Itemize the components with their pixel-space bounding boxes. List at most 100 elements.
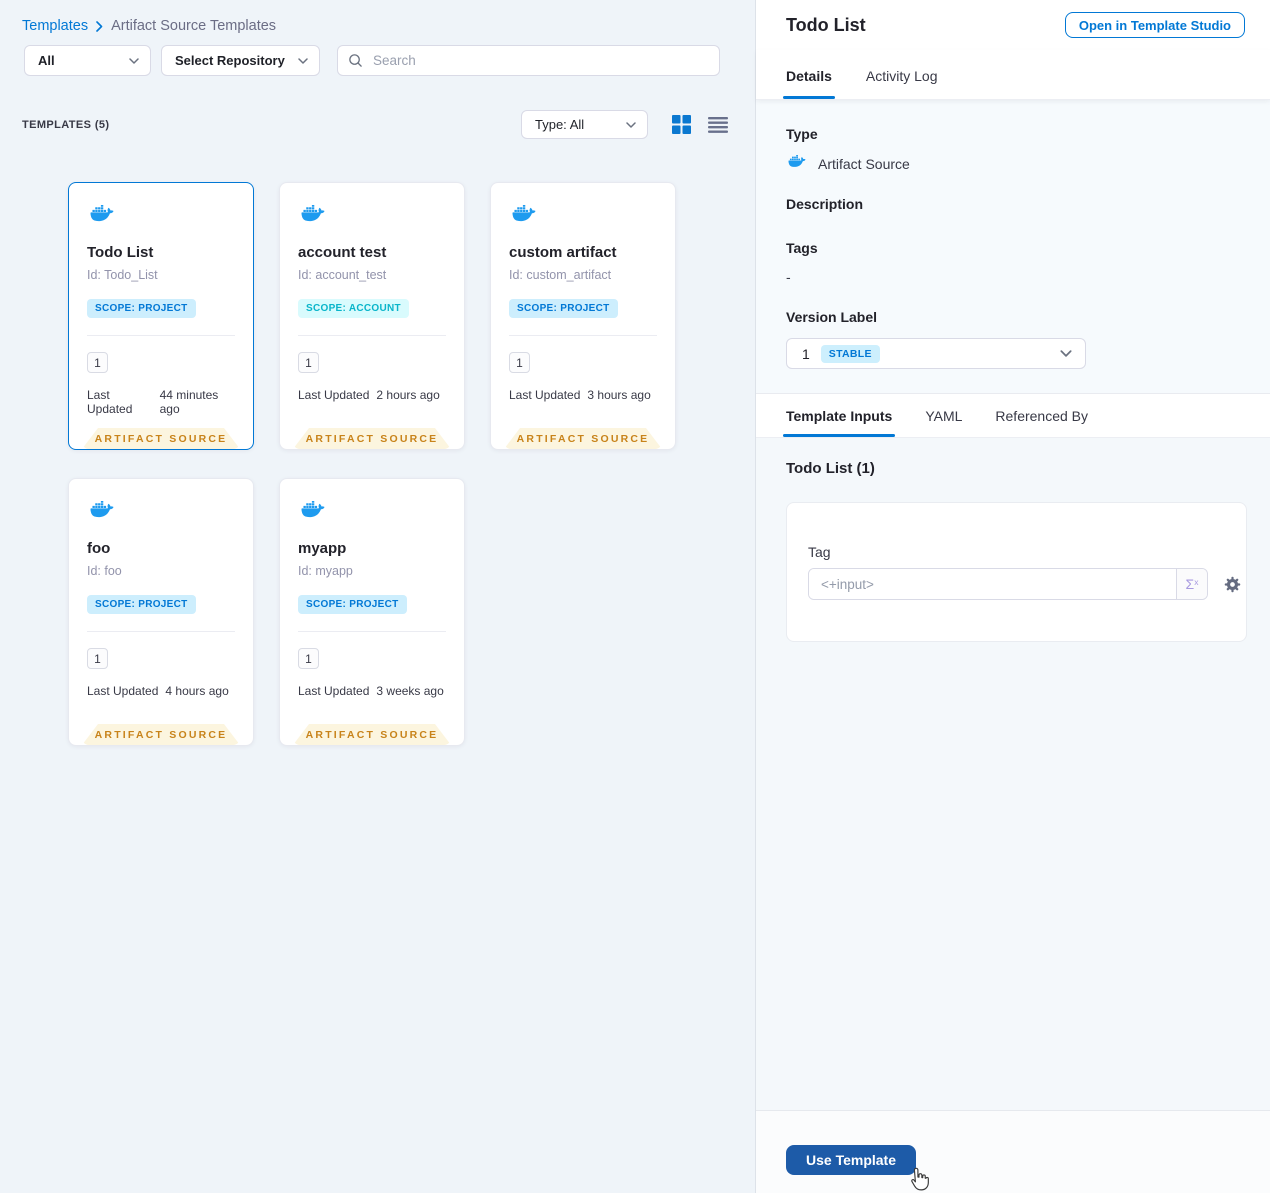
inputs-heading: Todo List (1)	[786, 460, 875, 477]
card-divider	[87, 631, 235, 632]
card-divider	[87, 335, 235, 336]
scope-badge: SCOPE: ACCOUNT	[298, 299, 409, 318]
repository-filter-value: Select Repository	[175, 53, 285, 68]
template-card-account-test[interactable]: account test Id: account_test SCOPE: ACC…	[279, 182, 465, 450]
card-id: Id: custom_artifact	[509, 268, 612, 282]
breadcrumb: Templates Artifact Source Templates	[0, 0, 755, 34]
type-value-row: Artifact Source	[786, 155, 1240, 172]
version-count-box: 1	[298, 648, 319, 669]
chevron-down-icon	[298, 58, 308, 64]
panel-footer: Use Template	[756, 1110, 1270, 1193]
chevron-down-icon	[129, 58, 139, 64]
scope-badge: SCOPE: PROJECT	[87, 299, 196, 318]
tags-value: -	[786, 269, 791, 285]
inputs-card: Tag Σx	[786, 502, 1247, 642]
last-updated: Last Updated 3 weeks ago	[298, 684, 444, 698]
card-id: Id: myapp	[298, 564, 353, 578]
card-divider	[509, 335, 657, 336]
card-id: Id: foo	[87, 564, 122, 578]
inner-tabs: Template Inputs YAML Referenced By	[756, 393, 1270, 438]
tab-template-inputs[interactable]: Template Inputs	[782, 408, 896, 437]
version-count-box: 1	[87, 648, 108, 669]
template-card-custom-artifact[interactable]: custom artifact Id: custom_artifact SCOP…	[490, 182, 676, 450]
version-count-box: 1	[509, 352, 530, 373]
tab-referenced-by[interactable]: Referenced By	[995, 408, 1088, 437]
card-title: custom artifact	[509, 244, 617, 261]
tab-details[interactable]: Details	[783, 68, 835, 99]
docker-icon	[298, 501, 328, 524]
template-details-panel: Todo List Open in Template Studio Detail…	[755, 0, 1270, 1193]
template-cards-grid: Todo List Id: Todo_List SCOPE: PROJECT 1…	[68, 182, 680, 746]
last-updated: Last Updated 3 hours ago	[509, 388, 651, 402]
version-value: 1	[802, 345, 810, 362]
details-section: Type Artifact Source Description Tags - …	[756, 100, 1270, 393]
artifact-source-ribbon: ARTIFACT SOURCE	[82, 428, 240, 449]
list-view-icon	[708, 116, 728, 133]
gear-icon	[1223, 575, 1242, 594]
scope-filter-select[interactable]: All	[24, 45, 151, 76]
tab-activity-log[interactable]: Activity Log	[866, 68, 938, 99]
scope-badge: SCOPE: PROJECT	[509, 299, 618, 318]
docker-icon	[509, 205, 539, 228]
artifact-source-ribbon: ARTIFACT SOURCE	[293, 724, 451, 745]
tab-yaml[interactable]: YAML	[925, 408, 962, 437]
docker-icon	[87, 205, 117, 228]
template-card-todo-list[interactable]: Todo List Id: Todo_List SCOPE: PROJECT 1…	[68, 182, 254, 450]
templates-list-panel: Templates Artifact Source Templates All …	[0, 0, 755, 1193]
templates-count-label: TEMPLATES (5)	[22, 118, 110, 131]
card-title: foo	[87, 540, 111, 557]
version-count-box: 1	[87, 352, 108, 373]
search-icon	[349, 54, 362, 67]
type-filter-select[interactable]: Type: All	[521, 110, 648, 139]
template-card-foo[interactable]: foo Id: foo SCOPE: PROJECT 1 Last Update…	[68, 478, 254, 746]
type-label: Type	[786, 126, 818, 142]
chevron-down-icon	[626, 122, 636, 128]
list-header: TEMPLATES (5) Type: All	[22, 110, 730, 139]
card-divider	[298, 335, 446, 336]
expression-toggle-button[interactable]: Σx	[1176, 569, 1207, 599]
panel-title: Todo List	[786, 14, 866, 35]
tag-label: Tag	[808, 544, 831, 560]
artifact-source-ribbon: ARTIFACT SOURCE	[293, 428, 451, 449]
open-in-template-studio-button[interactable]: Open in Template Studio	[1064, 12, 1245, 38]
last-updated: Last Updated 4 hours ago	[87, 684, 229, 698]
tag-input-row: Σx	[808, 568, 1246, 600]
docker-icon	[786, 155, 808, 172]
scope-filter-value: All	[38, 53, 55, 68]
tags-label: Tags	[786, 240, 818, 256]
breadcrumb-chevron-icon	[96, 20, 103, 32]
scope-badge: SCOPE: PROJECT	[298, 595, 407, 614]
use-template-button[interactable]: Use Template	[786, 1145, 916, 1175]
grid-view-icon	[672, 115, 691, 134]
card-title: myapp	[298, 540, 347, 557]
last-updated: Last Updated 2 hours ago	[298, 388, 440, 402]
version-label: Version Label	[786, 309, 878, 325]
grid-view-button[interactable]	[670, 113, 693, 136]
type-value: Artifact Source	[818, 155, 910, 172]
artifact-source-ribbon: ARTIFACT SOURCE	[504, 428, 662, 449]
list-view-button[interactable]	[706, 115, 730, 135]
breadcrumb-current: Artifact Source Templates	[111, 18, 277, 34]
search-input[interactable]	[371, 52, 709, 69]
card-divider	[298, 631, 446, 632]
repository-filter-select[interactable]: Select Repository	[161, 45, 320, 76]
tag-input[interactable]	[809, 569, 1176, 599]
scope-badge: SCOPE: PROJECT	[87, 595, 196, 614]
artifact-source-ribbon: ARTIFACT SOURCE	[82, 724, 240, 745]
description-label: Description	[786, 196, 864, 212]
breadcrumb-templates-link[interactable]: Templates	[22, 18, 88, 34]
panel-tabs: Details Activity Log	[756, 50, 1270, 100]
template-card-myapp[interactable]: myapp Id: myapp SCOPE: PROJECT 1 Last Up…	[279, 478, 465, 746]
docker-icon	[298, 205, 328, 228]
stable-badge: STABLE	[820, 344, 880, 363]
sigma-icon: Σ	[1185, 576, 1195, 592]
tag-settings-button[interactable]	[1223, 575, 1242, 594]
view-toggle	[670, 113, 730, 136]
last-updated: Last Updated 44 minutes ago	[87, 388, 219, 416]
card-title: Todo List	[87, 244, 154, 261]
card-id: Id: Todo_List	[87, 268, 158, 282]
version-select[interactable]: 1 STABLE	[786, 338, 1086, 369]
card-id: Id: account_test	[298, 268, 387, 282]
template-inputs-section: Todo List (1) Tag Σx	[756, 438, 1270, 1110]
panel-header: Todo List Open in Template Studio	[756, 0, 1270, 50]
